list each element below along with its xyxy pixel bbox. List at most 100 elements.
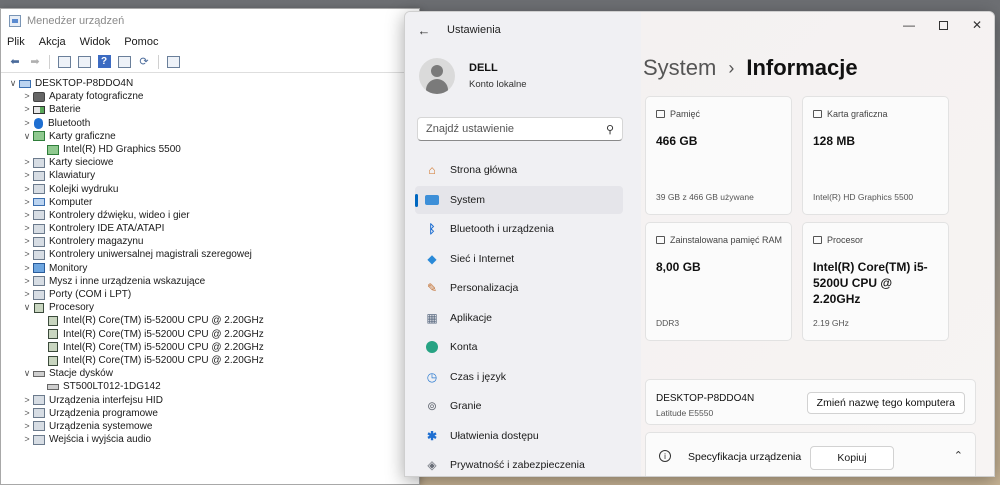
chevron-right-icon[interactable]: > [21, 196, 33, 209]
tree-label: Intel(R) HD Graphics 5500 [63, 143, 181, 155]
chevron-right-icon[interactable]: > [21, 288, 33, 301]
nav-item-accessibility[interactable]: ✱ Ułatwienia dostępu [415, 422, 623, 450]
back-arrow-icon[interactable]: ← [411, 17, 437, 43]
forward-icon[interactable]: ➡ [27, 54, 43, 70]
monitor-icon[interactable] [165, 54, 181, 70]
tree-category[interactable]: > Komputer [7, 196, 419, 209]
tree-device[interactable]: Intel(R) Core(TM) i5-5200U CPU @ 2.20GHz [7, 314, 419, 327]
tree-category[interactable]: > Urządzenia systemowe [7, 420, 419, 433]
details-icon[interactable] [116, 54, 132, 70]
tree-category[interactable]: > Klawiatury [7, 169, 419, 182]
nav-item-system[interactable]: System [415, 185, 623, 214]
toolbar-divider [49, 54, 50, 69]
tree-category[interactable]: ∨ Karty graficzne [7, 130, 419, 143]
nav-item-home[interactable]: ⌂ Strona główna [415, 156, 623, 184]
search-input[interactable] [426, 123, 596, 135]
tree-category[interactable]: > Urządzenia programowe [7, 407, 419, 420]
chevron-right-icon[interactable]: > [21, 262, 33, 275]
nav-item-globe-clock[interactable]: ◷ Czas i język [415, 363, 623, 391]
nav-item-shield[interactable]: ◈ Prywatność i zabezpieczenia [415, 451, 623, 476]
user-profile[interactable]: DELL Konto lokalne [419, 58, 527, 94]
card-gpu[interactable]: Karta graficzna 128 MB Intel(R) HD Graph… [802, 96, 949, 215]
chevron-right-icon[interactable]: > [21, 433, 33, 446]
tree-category[interactable]: > Kontrolery dźwięku, wideo i gier [7, 209, 419, 222]
help-icon[interactable]: ? [96, 54, 112, 70]
tree-category[interactable]: > Aparaty fotograficzne [7, 90, 419, 103]
menu-action[interactable]: Akcja [39, 36, 66, 48]
settings-search[interactable]: ⚲ [417, 117, 623, 141]
chevron-right-icon[interactable]: > [21, 169, 33, 182]
chevron-right-icon[interactable]: > [21, 420, 33, 433]
tree-label: Intel(R) Core(TM) i5-5200U CPU @ 2.20GHz [63, 328, 264, 340]
back-icon[interactable]: ⬅ [7, 54, 23, 70]
system-icon [424, 193, 440, 207]
tree-label: Komputer [49, 196, 93, 208]
device-spec-section[interactable]: i Specyfikacja urządzenia Kopiuj ⌃ [645, 432, 976, 476]
chevron-down-icon[interactable]: ∨ [21, 367, 33, 380]
tree-label: Urządzenia interfejsu HID [49, 394, 163, 406]
nav-item-brush[interactable]: ✎ Personalizacja [415, 274, 623, 302]
tree-category[interactable]: > Baterie [7, 103, 419, 116]
tree-device[interactable]: Intel(R) HD Graphics 5500 [7, 143, 419, 156]
card-ram[interactable]: Zainstalowana pamięć RAM 8,00 GB DDR3 [645, 222, 792, 341]
chevron-right-icon[interactable]: > [21, 117, 33, 130]
chevron-up-icon[interactable]: ⌃ [954, 449, 963, 462]
close-icon[interactable]: ✕ [960, 12, 994, 38]
chevron-right-icon[interactable]: > [21, 394, 33, 407]
tree-category[interactable]: > Karty sieciowe [7, 156, 419, 169]
tree-category[interactable]: > Monitory [7, 262, 419, 275]
chevron-right-icon[interactable]: > [21, 407, 33, 420]
tree-category[interactable]: ∨ Procesory [7, 301, 419, 314]
nav-item-account[interactable]: Konta [415, 333, 623, 361]
tree-category[interactable]: > Kontrolery uniwersalnej magistrali szer… [7, 248, 419, 261]
chevron-right-icon[interactable]: > [21, 209, 33, 222]
chevron-right-icon[interactable]: > [21, 235, 33, 248]
tree-category[interactable]: > Kontrolery IDE ATA/ATAPI [7, 222, 419, 235]
card-cpu[interactable]: Procesor Intel(R) Core(TM) i5-5200U CPU … [802, 222, 949, 341]
chevron-right-icon[interactable]: > [21, 103, 33, 116]
tree-category[interactable]: > Porty (COM i LPT) [7, 288, 419, 301]
card-storage[interactable]: Pamięć 466 GB 39 GB z 466 GB używane [645, 96, 792, 215]
tree-category[interactable]: > Mysz i inne urządzenia wskazujące [7, 275, 419, 288]
chevron-down-icon[interactable]: ∨ [7, 77, 19, 90]
tree-label: Klawiatury [49, 170, 96, 182]
nav-label: Ułatwienia dostępu [450, 429, 539, 442]
chevron-right-icon[interactable]: > [21, 156, 33, 169]
properties-icon[interactable] [56, 54, 72, 70]
camera-icon [33, 91, 45, 102]
menu-file[interactable]: Plik [7, 36, 25, 48]
tree-device[interactable]: Intel(R) Core(TM) i5-5200U CPU @ 2.20GHz [7, 328, 419, 341]
tree-category[interactable]: > Wejścia i wyjścia audio [7, 433, 419, 446]
tree-category[interactable]: ∨ Stacje dysków [7, 367, 419, 380]
tree-device[interactable]: Intel(R) Core(TM) i5-5200U CPU @ 2.20GHz [7, 341, 419, 354]
nav-item-wifi[interactable]: ◆ Sieć i Internet [415, 245, 623, 273]
tree-category[interactable]: > Bluetooth [7, 117, 419, 130]
copy-button[interactable]: Kopiuj [810, 446, 894, 470]
chevron-right-icon[interactable]: > [21, 248, 33, 261]
chevron-right-icon[interactable]: > [21, 183, 33, 196]
chevron-right-icon[interactable]: > [21, 222, 33, 235]
nav-item-gamepad[interactable]: ⊚ Granie [415, 392, 623, 420]
tree-root[interactable]: ∨ DESKTOP-P8DDO4N [7, 77, 419, 90]
rename-pc-button[interactable]: Zmień nazwę tego komputera [806, 392, 965, 414]
maximize-icon[interactable] [926, 12, 960, 38]
chevron-down-icon[interactable]: ∨ [21, 130, 33, 143]
nav-item-apps[interactable]: ▦ Aplikacje [415, 304, 623, 332]
menu-view[interactable]: Widok [80, 36, 111, 48]
menu-help[interactable]: Pomoc [124, 36, 158, 48]
tree-icon[interactable] [76, 54, 92, 70]
tree-category[interactable]: > Kontrolery magazynu [7, 235, 419, 248]
tree-device[interactable]: ST500LT012-1DG142 [7, 380, 419, 393]
nav-item-bluetooth[interactable]: ᛒ Bluetooth i urządzenia [415, 215, 623, 243]
minimize-icon[interactable]: — [892, 12, 926, 38]
chevron-right-icon[interactable]: > [21, 275, 33, 288]
card-value: Intel(R) Core(TM) i5-5200U CPU @ 2.20GHz [813, 260, 928, 306]
dm-menubar: Plik Akcja Widok Pomoc [1, 33, 419, 51]
breadcrumb-parent[interactable]: System [643, 55, 716, 81]
tree-category[interactable]: > Kolejki wydruku [7, 183, 419, 196]
chevron-right-icon[interactable]: > [21, 90, 33, 103]
tree-device[interactable]: Intel(R) Core(TM) i5-5200U CPU @ 2.20GHz [7, 354, 419, 367]
chevron-down-icon[interactable]: ∨ [21, 301, 33, 314]
refresh-icon[interactable]: ⟳ [136, 54, 152, 70]
tree-category[interactable]: > Urządzenia interfejsu HID [7, 394, 419, 407]
